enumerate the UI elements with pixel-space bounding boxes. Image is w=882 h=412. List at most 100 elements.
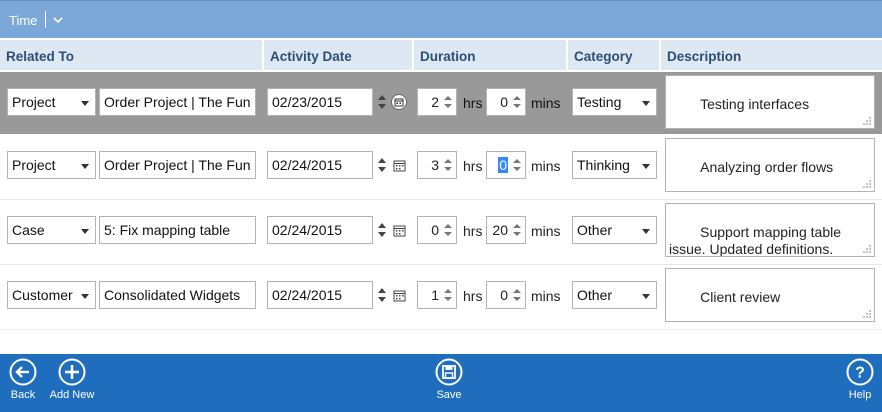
date-spinner-icon[interactable] xyxy=(375,284,389,306)
related-name-input[interactable]: Consolidated Widgets xyxy=(99,281,256,309)
related-name-value: Order Project | The Fun xyxy=(104,94,251,110)
minutes-spinner-icon[interactable] xyxy=(510,220,524,240)
category-value: Thinking xyxy=(577,157,630,173)
help-button[interactable]: ? Help xyxy=(843,358,877,401)
back-button[interactable]: Back xyxy=(6,358,40,401)
arrow-left-circle-icon xyxy=(9,358,37,386)
category-select[interactable]: Thinking xyxy=(572,151,657,179)
activity-date-input[interactable]: 02/24/2015 xyxy=(267,281,373,309)
minutes-input[interactable]: 20 xyxy=(486,216,526,244)
mins-label: mins xyxy=(531,288,561,304)
calendar-icon[interactable] xyxy=(391,94,407,110)
column-header-row: Related To Activity Date Duration Catego… xyxy=(0,40,882,70)
description-value: Analyzing order flows xyxy=(700,159,834,175)
date-spinner-icon[interactable] xyxy=(375,219,389,241)
mins-label: mins xyxy=(531,223,561,239)
resize-grip-icon[interactable] xyxy=(862,116,872,126)
minutes-input[interactable]: 0 xyxy=(486,281,526,309)
hours-input[interactable]: 1 xyxy=(417,281,457,309)
calendar-icon[interactable] xyxy=(392,158,408,174)
related-type-select[interactable]: Case xyxy=(7,216,96,244)
resize-grip-icon[interactable] xyxy=(862,309,872,319)
column-header-activity-date: Activity Date xyxy=(262,40,412,70)
table-row[interactable]: Project Order Project | The Fun 02/24/20… xyxy=(0,135,882,200)
hours-value: 2 xyxy=(431,94,439,110)
add-new-button[interactable]: Add New xyxy=(44,358,100,401)
category-select[interactable]: Other xyxy=(572,281,657,309)
activity-date-input[interactable]: 02/23/2015 xyxy=(267,88,373,116)
dropdown-arrow-icon xyxy=(81,164,89,169)
hours-input[interactable]: 2 xyxy=(417,88,457,116)
date-spinner-icon[interactable] xyxy=(375,154,389,176)
related-type-value: Customer xyxy=(12,287,73,303)
minutes-input[interactable]: 0 xyxy=(486,151,526,179)
activity-date-value: 02/23/2015 xyxy=(272,94,343,110)
description-textarea[interactable]: Client review xyxy=(665,268,875,322)
activity-date-input[interactable]: 02/24/2015 xyxy=(267,151,373,179)
related-type-select[interactable]: Project xyxy=(7,151,96,179)
hours-spinner-icon[interactable] xyxy=(441,285,455,305)
hrs-label: hrs xyxy=(463,223,483,239)
activity-date-value: 02/24/2015 xyxy=(272,222,343,238)
hrs-label: hrs xyxy=(463,288,483,304)
question-circle-icon: ? xyxy=(846,358,874,386)
related-name-value: Consolidated Widgets xyxy=(104,287,241,303)
floppy-disk-icon xyxy=(435,358,463,386)
table-row[interactable]: Customer Consolidated Widgets 02/24/2015… xyxy=(0,265,882,330)
add-new-label: Add New xyxy=(49,389,95,401)
description-textarea[interactable]: Testing interfaces xyxy=(665,75,875,129)
activity-date-value: 02/24/2015 xyxy=(272,287,343,303)
related-type-select[interactable]: Project xyxy=(7,88,96,116)
calendar-icon[interactable] xyxy=(392,288,408,304)
category-value: Testing xyxy=(577,94,622,110)
minutes-spinner-icon[interactable] xyxy=(510,155,524,175)
calendar-icon[interactable] xyxy=(392,223,408,239)
category-select[interactable]: Testing xyxy=(572,88,657,116)
hours-input[interactable]: 0 xyxy=(417,216,457,244)
chevron-down-icon[interactable] xyxy=(52,15,64,25)
minutes-spinner-icon[interactable] xyxy=(510,285,524,305)
column-header-related-to: Related To xyxy=(6,49,75,64)
related-name-input[interactable]: 5: Fix mapping table xyxy=(99,216,256,244)
table-row[interactable]: Project Order Project | The Fun 02/23/20… xyxy=(0,72,882,134)
hrs-label: hrs xyxy=(463,158,483,174)
hours-input[interactable]: 3 xyxy=(417,151,457,179)
plus-circle-icon xyxy=(58,358,86,386)
description-value: Client review xyxy=(700,289,781,305)
page-title: Time xyxy=(9,13,38,28)
footer-toolbar: Back Add New Save ? Help xyxy=(0,354,882,412)
category-select[interactable]: Other xyxy=(572,216,657,244)
description-textarea[interactable]: Analyzing order flows xyxy=(665,138,875,192)
hours-spinner-icon[interactable] xyxy=(441,155,455,175)
category-value: Other xyxy=(577,222,613,238)
hrs-label: hrs xyxy=(463,95,483,111)
related-name-value: Order Project | The Fun xyxy=(104,157,251,173)
related-type-select[interactable]: Customer xyxy=(7,281,96,309)
hours-spinner-icon[interactable] xyxy=(441,220,455,240)
save-label: Save xyxy=(436,389,462,401)
activity-date-input[interactable]: 02/24/2015 xyxy=(267,216,373,244)
related-name-input[interactable]: Order Project | The Fun xyxy=(99,88,256,116)
resize-grip-icon[interactable] xyxy=(862,244,872,254)
resize-grip-icon[interactable] xyxy=(862,179,872,189)
save-button[interactable]: Save xyxy=(430,358,468,401)
description-textarea[interactable]: Support mapping table issue. Updated def… xyxy=(665,203,875,257)
minutes-value: 0 xyxy=(498,157,508,173)
related-type-value: Project xyxy=(12,157,56,173)
help-label: Help xyxy=(848,389,872,401)
mins-label: mins xyxy=(531,158,561,174)
column-header-category: Category xyxy=(566,40,659,70)
category-value: Other xyxy=(577,287,613,303)
table-row[interactable]: Case 5: Fix mapping table 02/24/2015 0 h… xyxy=(0,200,882,265)
minutes-spinner-icon[interactable] xyxy=(510,92,524,112)
date-spinner-icon[interactable] xyxy=(375,91,389,113)
related-name-input[interactable]: Order Project | The Fun xyxy=(99,151,256,179)
related-name-value: 5: Fix mapping table xyxy=(104,222,231,238)
hours-value: 3 xyxy=(431,157,439,173)
svg-text:?: ? xyxy=(855,365,865,382)
hours-spinner-icon[interactable] xyxy=(441,92,455,112)
title-separator xyxy=(45,11,46,28)
hours-value: 0 xyxy=(431,222,439,238)
related-type-value: Case xyxy=(12,222,45,238)
minutes-input[interactable]: 0 xyxy=(486,88,526,116)
